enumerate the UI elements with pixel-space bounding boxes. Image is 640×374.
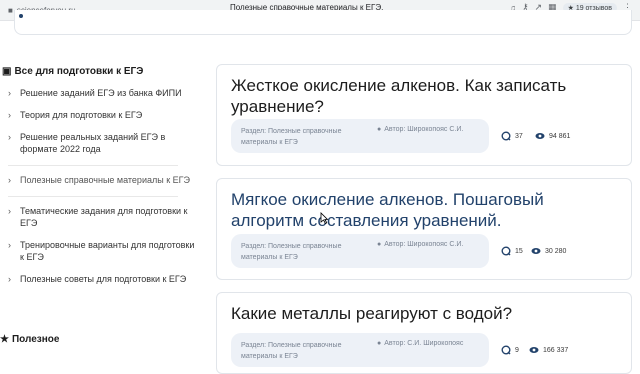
eye-icon <box>535 133 545 139</box>
author-text: Автор: Широкопояс С.И. <box>384 126 464 133</box>
comments-text: 9 <box>515 346 519 354</box>
useful-heading-text: Полезное <box>11 334 60 345</box>
chevron-right-icon: › <box>8 206 11 216</box>
article-title[interactable]: Какие металлы реагируют с водой? <box>231 303 621 324</box>
chevron-right-icon: › <box>8 110 11 120</box>
sidebar-item-label: Полезные советы для подготовки к ЕГЭ <box>20 274 187 284</box>
sidebar-item-tips[interactable]: › Полезные советы для подготовки к ЕГЭ <box>0 273 200 285</box>
sidebar-item-reference[interactable]: › Полезные справочные материалы к ЕГЭ <box>0 174 200 186</box>
sidebar-item-fipi[interactable]: › Решение заданий ЕГЭ из банка ФИПИ <box>0 87 200 99</box>
sidebar-item-training[interactable]: › Тренировочные варианты для подготовки к… <box>0 239 200 263</box>
comments-text: 37 <box>515 132 523 140</box>
article-card[interactable]: Жесткое окисление алкенов. Как записать … <box>216 64 632 166</box>
star-icon: ★ <box>0 334 9 345</box>
sidebar-title-text: Все для подготовки к ЕГЭ <box>14 66 144 77</box>
article-title[interactable]: Жесткое окисление алкенов. Как записать … <box>231 75 621 117</box>
views-text: 30 280 <box>545 247 567 255</box>
sidebar-item-label: Тематические задания для подготовки к ЕГ… <box>20 206 188 228</box>
sidebar-item-label: Решение реальных заданий ЕГЭ в формате 2… <box>20 132 166 154</box>
sidebar-item-thematic[interactable]: › Тематические задания для подготовки к Е… <box>0 205 200 229</box>
chevron-right-icon: › <box>8 274 11 284</box>
sidebar-list: › Решение заданий ЕГЭ из банка ФИПИ › Теор… <box>0 87 200 285</box>
views-count: 30 280 <box>531 246 566 256</box>
divider <box>8 196 178 197</box>
lock-icon: ■ <box>8 5 13 15</box>
article-category[interactable]: Раздел: Полезные справочные материалы к … <box>241 340 361 362</box>
views-text: 166 337 <box>543 346 569 354</box>
comments-count[interactable]: 15 <box>501 246 523 256</box>
author-text: Автор: Широкопояс С.И. <box>384 241 464 248</box>
sidebar-item-real-tasks[interactable]: › Решение реальных заданий ЕГЭ в формате … <box>0 131 200 155</box>
comment-icon <box>501 246 511 256</box>
sidebar: ▣ Все для подготовки к ЕГЭ › Решение зада… <box>0 66 200 295</box>
chevron-right-icon: › <box>8 132 11 142</box>
sidebar-item-theory[interactable]: › Теория для подготовки к ЕГЭ <box>0 109 200 121</box>
mouse-cursor-icon <box>320 212 328 224</box>
user-icon: ● <box>377 126 382 133</box>
views-text: 94 861 <box>549 132 571 140</box>
eye-icon <box>529 347 539 353</box>
sidebar-item-label: Тренировочные варианты для подготовки к … <box>20 240 195 262</box>
article-meta: Раздел: Полезные справочные материалы к … <box>231 333 489 367</box>
comments-count[interactable]: 9 <box>501 345 519 355</box>
article-author: ● Автор: Широкопояс С.И. <box>377 241 463 248</box>
sidebar-item-label: Решение заданий ЕГЭ из банка ФИПИ <box>20 88 182 98</box>
sidebar-title: ▣ Все для подготовки к ЕГЭ <box>0 66 200 77</box>
views-count: 94 861 <box>535 131 570 141</box>
author-text: Автор: С.И. Широкопояс <box>384 340 464 347</box>
chevron-right-icon: › <box>8 240 11 250</box>
comment-icon <box>501 345 511 355</box>
accent-marker <box>19 14 23 18</box>
article-category[interactable]: Раздел: Полезные справочные материалы к … <box>241 241 361 263</box>
article-meta: Раздел: Полезные справочные материалы к … <box>231 119 489 153</box>
chevron-right-icon: › <box>8 88 11 98</box>
sidebar-item-label: Теория для подготовки к ЕГЭ <box>20 110 143 120</box>
article-category[interactable]: Раздел: Полезные справочные материалы к … <box>241 126 361 148</box>
eye-icon <box>531 248 541 254</box>
user-icon: ● <box>377 340 382 347</box>
article-card[interactable]: Мягкое окисление алкенов. Пошаговый алго… <box>216 178 632 280</box>
previous-card <box>14 10 632 35</box>
article-meta: Раздел: Полезные справочные материалы к … <box>231 234 489 268</box>
comment-icon <box>501 131 511 141</box>
article-author: ● Автор: Широкопояс С.И. <box>377 126 463 133</box>
article-card[interactable]: Какие металлы реагируют с водой? Раздел:… <box>216 292 632 374</box>
book-icon: ▣ <box>2 66 12 77</box>
comments-count[interactable]: 37 <box>501 131 523 141</box>
chevron-right-icon: › <box>8 175 11 185</box>
views-count: 166 337 <box>529 345 568 355</box>
article-title[interactable]: Мягкое окисление алкенов. Пошаговый алго… <box>231 189 621 231</box>
article-author: ● Автор: С.И. Широкопояс <box>377 340 463 347</box>
sidebar-item-label: Полезные справочные материалы к ЕГЭ <box>20 175 190 185</box>
user-icon: ● <box>377 241 382 248</box>
useful-heading: ★ Полезное <box>0 334 59 345</box>
divider <box>8 165 178 166</box>
comments-text: 15 <box>515 247 523 255</box>
